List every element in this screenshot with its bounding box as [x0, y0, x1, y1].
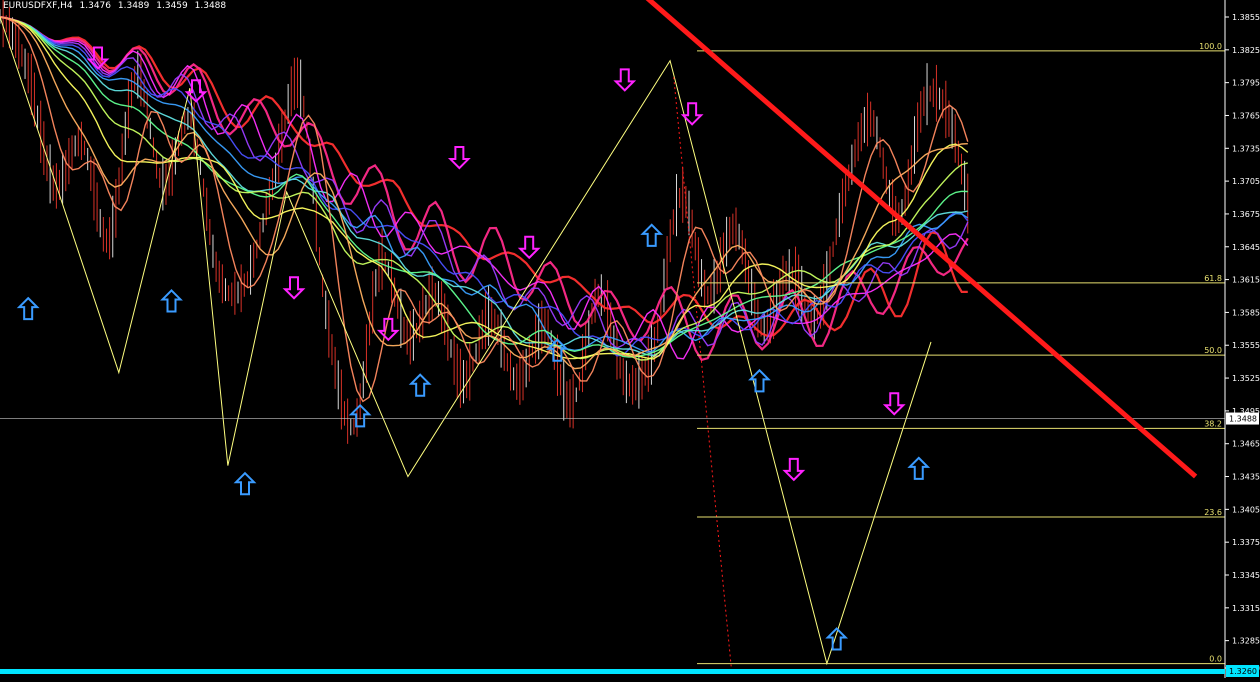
y-tick-label: 1.3705 [1232, 177, 1260, 186]
up-arrow-icon [640, 223, 664, 247]
y-tick-label: 1.3735 [1232, 144, 1260, 153]
y-tick-label: 1.3465 [1232, 440, 1260, 449]
moving-average-line [0, 16, 968, 361]
up-arrow-icon [408, 373, 432, 397]
dotted-projection-line [673, 77, 732, 669]
moving-average-line [0, 15, 969, 362]
moving-average-line [0, 16, 968, 358]
fibonacci-level-label: 0.0 [1209, 655, 1222, 664]
y-tick-label: 1.3825 [1232, 46, 1260, 55]
close-value: 1.3488 [194, 1, 227, 11]
moving-average-line [0, 16, 968, 357]
y-tick-label: 1.3405 [1232, 505, 1260, 514]
y-tick-label: 1.3675 [1232, 210, 1260, 219]
bottom-level-bar [0, 669, 1225, 674]
up-arrow-icon [825, 627, 849, 651]
price-chart[interactable]: EURUSDFXF,H4 1.3476 1.3489 1.3459 1.3488… [0, 0, 1260, 678]
down-arrow-icon [282, 276, 306, 300]
bottom-price-label: 1.3260 [1229, 667, 1257, 676]
y-tick-label: 1.3525 [1232, 374, 1260, 383]
down-arrow-icon [613, 68, 637, 92]
moving-average-line [0, 16, 969, 357]
down-arrow-icon [517, 235, 541, 260]
up-arrow-icon [160, 289, 183, 313]
fibonacci-level-label: 23.6 [1204, 508, 1222, 517]
y-tick-label: 1.3315 [1232, 604, 1260, 613]
y-tick-label: 1.3375 [1232, 538, 1260, 547]
moving-average-line [0, 16, 969, 360]
fibonacci-level-label: 100.0 [1199, 42, 1222, 51]
y-tick-label: 1.3585 [1232, 308, 1260, 317]
y-tick-label: 1.3345 [1232, 571, 1260, 580]
up-arrow-icon [233, 471, 257, 496]
y-tick-label: 1.3855 [1232, 13, 1260, 22]
current-price-label: 1.3488 [1229, 415, 1257, 424]
fibonacci-level-label: 61.8 [1204, 274, 1222, 283]
y-tick-label: 1.3435 [1232, 473, 1260, 482]
down-arrow-icon [376, 317, 400, 342]
chart-header: EURUSDFXF,H4 1.3476 1.3489 1.3459 1.3488 [3, 1, 230, 11]
moving-average-line [0, 16, 969, 360]
up-arrow-icon [16, 296, 40, 321]
chart-canvas[interactable]: 100.0 61.8 50.0 38.2 23.6 0.0 1.3855 1.3825 1.37… [0, 0, 1260, 678]
y-tick-label: 1.3285 [1232, 637, 1260, 646]
y-tick-label: 1.3555 [1232, 341, 1260, 350]
fibonacci-level-label: 38.2 [1204, 419, 1222, 428]
high-value: 1.3489 [117, 1, 150, 11]
down-arrow-icon [882, 392, 906, 416]
y-tick-label: 1.3765 [1232, 111, 1260, 120]
symbol-label: EURUSDFXF,H4 [3, 1, 73, 11]
up-arrow-icon [907, 456, 931, 480]
down-arrow-icon [447, 146, 471, 170]
y-tick-label: 1.3615 [1232, 276, 1260, 285]
down-arrow-icon [782, 457, 806, 482]
fibonacci-level-label: 50.0 [1204, 346, 1222, 355]
y-tick-label: 1.3795 [1232, 79, 1260, 88]
y-tick-label: 1.3645 [1232, 243, 1260, 252]
low-value: 1.3459 [156, 1, 188, 11]
moving-average-line [0, 16, 969, 357]
open-value: 1.3476 [79, 1, 112, 11]
zigzag-line [0, 16, 932, 666]
